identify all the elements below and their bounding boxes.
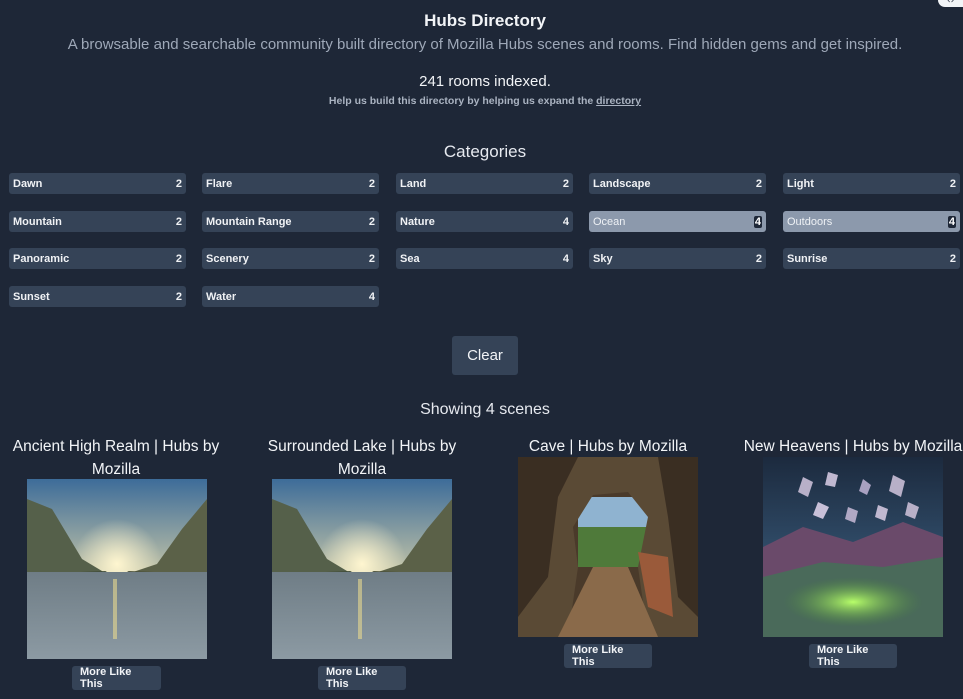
category-label: Mountain Range — [206, 215, 292, 228]
category-chip-land[interactable]: Land 2 — [396, 173, 573, 194]
scene-title-line: Ancient High Realm | Hubs by — [12, 438, 220, 455]
category-count: 2 — [949, 177, 956, 190]
category-chip-sky[interactable]: Sky 2 — [589, 248, 766, 269]
scene-thumbnail-ancient-high-realm[interactable] — [27, 479, 207, 659]
category-label: Sunset — [13, 290, 50, 303]
category-chip-mountain-range[interactable]: Mountain Range 2 — [202, 211, 379, 232]
more-like-this-button[interactable]: More Like This — [564, 644, 652, 668]
category-chip-sunset[interactable]: Sunset 2 — [9, 286, 186, 307]
category-label: Sunrise — [787, 252, 828, 265]
scene-title-line: Mozilla — [337, 461, 387, 478]
results-count: Showing 4 scenes — [420, 401, 550, 418]
more-like-this-button[interactable]: More Like This — [318, 666, 406, 690]
category-chip-mountain[interactable]: Mountain 2 — [9, 211, 186, 232]
category-chip-light[interactable]: Light 2 — [783, 173, 960, 194]
scene-title-line: Cave | Hubs by Mozilla — [528, 438, 688, 455]
category-chip-ocean[interactable]: Ocean 4 — [589, 211, 766, 232]
category-label: Scenery — [206, 252, 249, 265]
more-like-this-button[interactable]: More Like This — [809, 644, 897, 668]
category-count: 2 — [562, 177, 569, 190]
category-count: 2 — [175, 177, 182, 190]
category-chip-panoramic[interactable]: Panoramic 2 — [9, 248, 186, 269]
category-count: 2 — [175, 215, 182, 228]
category-label: Outdoors — [787, 215, 833, 228]
categories-heading: Categories — [443, 142, 527, 161]
category-label: Flare — [206, 177, 233, 190]
category-count: 4 — [368, 290, 375, 303]
corner-toggle-icon[interactable]: ‹› — [938, 0, 963, 7]
category-label: Sea — [400, 252, 420, 265]
scene-title[interactable]: Ancient High Realm | Hubs by Mozilla — [6, 435, 226, 481]
category-label: Dawn — [13, 177, 43, 190]
scene-thumbnail-surrounded-lake[interactable] — [272, 479, 452, 659]
scene-title-line: New Heavens | Hubs by Mozilla — [743, 438, 963, 455]
category-count: 2 — [755, 252, 762, 265]
category-count: 4 — [562, 252, 569, 265]
help-text: Help us build this directory by helping … — [0, 95, 963, 107]
scene-title[interactable]: New Heavens | Hubs by Mozilla — [743, 435, 963, 458]
more-like-this-button[interactable]: More Like This — [72, 666, 161, 690]
directory-link[interactable]: directory — [596, 95, 641, 107]
scene-title[interactable]: Surrounded Lake | Hubs by Mozilla — [252, 435, 472, 481]
category-count: 2 — [368, 252, 375, 265]
page-title: Hubs Directory — [424, 11, 546, 30]
category-chip-outdoors[interactable]: Outdoors 4 — [783, 211, 960, 232]
category-label: Landscape — [593, 177, 651, 190]
help-text-label: Help us build this directory by helping … — [328, 95, 594, 107]
category-count: 2 — [175, 252, 182, 265]
category-count: 4 — [753, 215, 762, 228]
category-label: Panoramic — [13, 252, 70, 265]
category-count: 2 — [368, 215, 375, 228]
scene-title-line: Mozilla — [91, 461, 141, 478]
category-chip-flare[interactable]: Flare 2 — [202, 173, 379, 194]
scene-thumbnail-new-heavens[interactable] — [763, 457, 943, 637]
category-count: 4 — [947, 215, 956, 228]
category-chip-landscape[interactable]: Landscape 2 — [589, 173, 766, 194]
category-label: Ocean — [593, 215, 626, 228]
scene-title[interactable]: Cave | Hubs by Mozilla — [498, 435, 718, 458]
category-chip-water[interactable]: Water 4 — [202, 286, 379, 307]
scene-title-line: Surrounded Lake | Hubs by — [267, 438, 457, 455]
category-label: Land — [400, 177, 427, 190]
category-label: Nature — [400, 215, 435, 228]
page-subtitle: A browsable and searchable community bui… — [67, 36, 903, 53]
category-chip-nature[interactable]: Nature 4 — [396, 211, 573, 232]
clear-button[interactable]: Clear — [452, 336, 518, 375]
category-chip-sunrise[interactable]: Sunrise 2 — [783, 248, 960, 269]
category-chip-scenery[interactable]: Scenery 2 — [202, 248, 379, 269]
category-count: 2 — [949, 252, 956, 265]
rooms-indexed-count: 241 rooms indexed. — [419, 73, 551, 90]
category-chip-sea[interactable]: Sea 4 — [396, 248, 573, 269]
category-count: 2 — [755, 177, 762, 190]
category-count: 2 — [175, 290, 182, 303]
category-label: Sky — [593, 252, 613, 265]
category-count: 2 — [368, 177, 375, 190]
scene-thumbnail-cave[interactable] — [518, 457, 698, 637]
category-label: Light — [787, 177, 814, 190]
category-count: 4 — [562, 215, 569, 228]
category-label: Water — [206, 290, 237, 303]
category-label: Mountain — [13, 215, 62, 228]
category-chip-dawn[interactable]: Dawn 2 — [9, 173, 186, 194]
